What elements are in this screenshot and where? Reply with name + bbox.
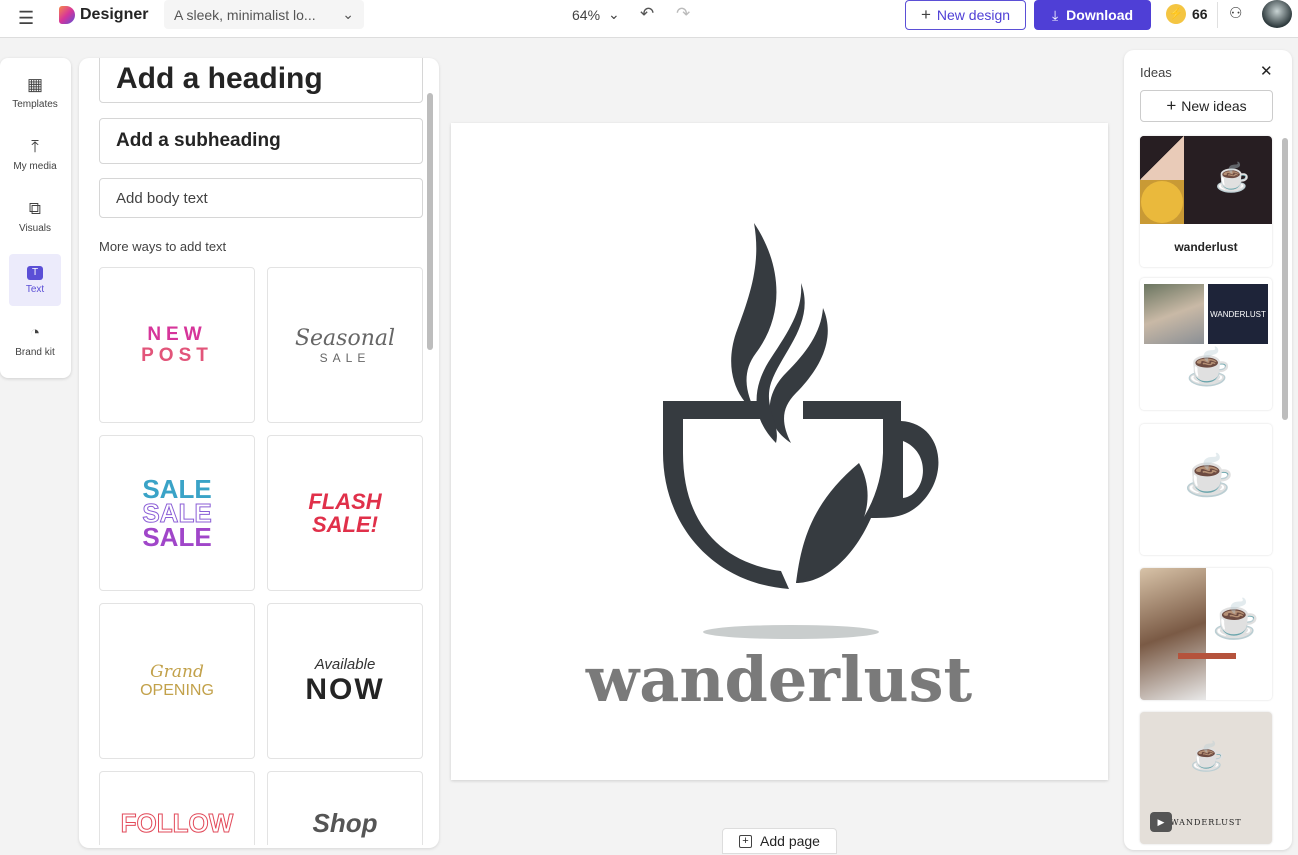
cup-icon: ☕ bbox=[1212, 599, 1260, 641]
design-canvas[interactable]: wanderlust bbox=[451, 123, 1108, 780]
text-style-shop[interactable]: Shop bbox=[267, 771, 423, 845]
idea-caption: wanderlust bbox=[1174, 240, 1238, 254]
lightning-icon: ⚡ bbox=[1166, 4, 1186, 24]
idea-card[interactable]: ☕ wanderlust bbox=[1140, 136, 1272, 267]
add-page-button[interactable]: + Add page bbox=[722, 828, 837, 854]
style-text: FLASH bbox=[308, 489, 382, 514]
style-text: SALE! bbox=[312, 512, 378, 537]
templates-icon: ▦ bbox=[26, 74, 44, 94]
app-name: Designer bbox=[80, 6, 149, 23]
style-text: SALE bbox=[142, 522, 212, 552]
feedback-icon[interactable]: ⚇ bbox=[1229, 4, 1242, 22]
ideas-scrollbar[interactable] bbox=[1282, 138, 1288, 420]
rail-item-text[interactable]: T Text bbox=[9, 254, 61, 306]
style-text: Seasonal bbox=[294, 325, 396, 351]
style-text: Grand bbox=[150, 662, 204, 682]
rail-label: Brand kit bbox=[15, 346, 55, 358]
text-icon: T bbox=[27, 265, 43, 280]
add-body-text-button[interactable]: Add body text bbox=[99, 178, 423, 218]
rail-label: Text bbox=[25, 283, 45, 295]
panel-scrollbar[interactable] bbox=[427, 93, 433, 350]
style-text: NOW bbox=[305, 672, 385, 706]
style-text: POST bbox=[141, 345, 213, 366]
idea-caption: WANDERLUST bbox=[1208, 284, 1268, 344]
idea-card[interactable]: WANDERLUST ☕ bbox=[1140, 278, 1272, 410]
add-heading-button[interactable]: Add a heading bbox=[99, 58, 423, 103]
credits-count: 66 bbox=[1192, 6, 1208, 22]
rail-item-brand-kit[interactable]: ◔ Brand kit bbox=[9, 314, 61, 366]
rail-label: Templates bbox=[12, 98, 58, 110]
style-text: Shop bbox=[312, 808, 378, 838]
app-logo: Designer bbox=[59, 6, 148, 24]
photo bbox=[1140, 568, 1206, 700]
designer-logo-icon bbox=[59, 6, 75, 24]
new-design-button[interactable]: + New design bbox=[905, 0, 1026, 30]
undo-icon[interactable]: ↶ bbox=[640, 4, 654, 24]
idea-card[interactable]: ☕ WANDERLUST ▶ bbox=[1140, 712, 1272, 844]
close-icon[interactable]: ✕ bbox=[1260, 62, 1273, 80]
zoom-level: 64% bbox=[572, 6, 601, 23]
new-ideas-label: New ideas bbox=[1181, 98, 1247, 114]
download-button[interactable]: ⤓ Download bbox=[1034, 0, 1151, 30]
cup-icon: ☕ bbox=[1186, 346, 1231, 387]
style-text: Available bbox=[314, 655, 376, 673]
idea-card[interactable]: ☕ bbox=[1140, 568, 1272, 700]
idea-card[interactable]: ☕ bbox=[1140, 424, 1272, 555]
rail-item-templates[interactable]: ▦ Templates bbox=[9, 66, 61, 118]
zoom-dropdown[interactable]: 64% ⌄ bbox=[572, 6, 620, 23]
plus-icon: + bbox=[920, 5, 931, 24]
cup-icon: ☕ bbox=[1184, 454, 1234, 498]
rail-label: My media bbox=[13, 160, 57, 172]
visuals-icon: ⧉ bbox=[28, 198, 42, 218]
style-text: FOLLOW bbox=[120, 808, 234, 839]
rail-label: Visuals bbox=[18, 222, 52, 234]
text-style-follow[interactable]: FOLLOW bbox=[99, 771, 255, 845]
add-subheading-button[interactable]: Add a subheading bbox=[99, 118, 423, 164]
section-label: More ways to add text bbox=[99, 239, 227, 254]
style-text: NEW bbox=[147, 324, 207, 345]
menu-icon[interactable]: ☰ bbox=[18, 8, 34, 29]
download-icon: ⤓ bbox=[1051, 6, 1059, 23]
left-rail: ▦ Templates ⤒ My media ⧉ Visuals T Text ◔ Bra… bbox=[0, 58, 71, 378]
add-page-icon: + bbox=[739, 834, 753, 848]
top-bar: ☰ Designer A sleek, minimalist lo... ⌄ 64… bbox=[0, 0, 1298, 38]
text-style-flash-sale[interactable]: FLASH SALE! bbox=[267, 435, 423, 591]
text-panel: Add a heading Add a subheading Add body … bbox=[79, 58, 439, 848]
new-ideas-button[interactable]: + New ideas bbox=[1140, 90, 1273, 122]
rail-item-visuals[interactable]: ⧉ Visuals bbox=[9, 190, 61, 242]
credits-badge[interactable]: ⚡ 66 bbox=[1166, 4, 1208, 24]
ideas-title: Ideas bbox=[1140, 65, 1172, 80]
download-label: Download bbox=[1066, 7, 1134, 23]
avatar[interactable] bbox=[1262, 0, 1292, 28]
upload-icon: ⤒ bbox=[31, 136, 39, 156]
rail-item-my-media[interactable]: ⤒ My media bbox=[9, 128, 61, 180]
new-design-label: New design bbox=[936, 7, 1011, 23]
style-text: SALE bbox=[319, 350, 371, 365]
coffee-leaf-logo: wanderlust bbox=[585, 223, 973, 716]
text-style-sale[interactable]: SALE SALE SALE bbox=[99, 435, 255, 591]
body-label: Add body text bbox=[116, 189, 208, 207]
palette-icon: ◔ bbox=[29, 322, 41, 342]
text-style-available-now[interactable]: Available NOW bbox=[267, 603, 423, 759]
cup-icon: ☕ bbox=[1215, 162, 1250, 193]
heading-label: Add a heading bbox=[116, 62, 323, 95]
text-style-grand-opening[interactable]: Grand OPENING bbox=[99, 603, 255, 759]
doc-title: A sleek, minimalist lo... bbox=[174, 6, 316, 23]
plus-icon: + bbox=[1166, 96, 1177, 115]
chevron-down-icon: ⌄ bbox=[342, 6, 354, 22]
redo-icon[interactable]: ↷ bbox=[676, 4, 690, 24]
video-icon: ▶ bbox=[1150, 812, 1172, 832]
divider bbox=[1217, 2, 1218, 28]
doc-title-dropdown[interactable]: A sleek, minimalist lo... ⌄ bbox=[164, 0, 364, 29]
ideas-panel: Ideas ✕ + New ideas ☕ wanderlust WANDERLU… bbox=[1124, 50, 1292, 850]
text-style-seasonal-sale[interactable]: Seasonal SALE bbox=[267, 267, 423, 423]
cup-icon: ☕ bbox=[1190, 741, 1225, 772]
photo bbox=[1144, 284, 1204, 344]
chevron-down-icon: ⌄ bbox=[608, 6, 620, 22]
subheading-label: Add a subheading bbox=[116, 130, 281, 151]
text-style-new-post[interactable]: NEW POST bbox=[99, 267, 255, 423]
wordmark: wanderlust bbox=[585, 643, 973, 716]
add-page-label: Add page bbox=[760, 833, 820, 849]
style-text: OPENING bbox=[140, 682, 214, 699]
